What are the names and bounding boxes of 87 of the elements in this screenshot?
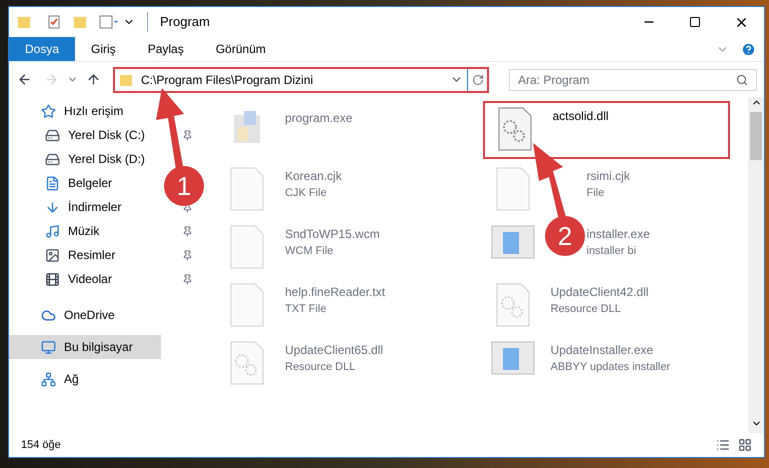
sidebar-label: Belgeler <box>68 175 112 192</box>
ribbon-tab[interactable]: Paylaş <box>132 37 200 61</box>
pin-icon[interactable] <box>182 250 193 260</box>
drive-icon <box>45 152 60 166</box>
picture-icon <box>45 248 60 262</box>
installer-icon <box>490 341 534 375</box>
sidebar-item[interactable]: Yerel Disk (D:) <box>9 147 161 171</box>
file-name: actsolid.dll <box>552 108 609 125</box>
sidebar-item[interactable]: Hızlı erişim <box>9 99 161 123</box>
scrollbar[interactable] <box>748 97 764 433</box>
file-name: Korean.cjk <box>285 168 342 185</box>
address-field[interactable]: C:\Program Files\Program Dizini <box>113 66 489 92</box>
sidebar-item[interactable]: Müzik <box>9 219 161 243</box>
sidebar-item[interactable]: OneDrive <box>9 303 161 327</box>
sidebar-item[interactable]: Yerel Disk (C:) <box>9 123 161 147</box>
sidebar-item[interactable]: Resimler <box>9 243 161 267</box>
sidebar-label: Yerel Disk (D:) <box>68 151 145 168</box>
gear-file-icon <box>498 107 532 151</box>
file-name: UpdateClient42.dll <box>550 284 649 301</box>
file-type: Resource DLL <box>550 302 622 317</box>
file-icon <box>496 167 530 211</box>
sidebar-item[interactable]: İndirmeler <box>9 195 161 219</box>
file-icon <box>230 283 264 327</box>
file-type: ABBYY updates installer <box>550 360 670 375</box>
sidebar-label: Bu bilgisayar <box>64 339 133 356</box>
file-type: CJK File <box>285 186 328 201</box>
gear-file-icon <box>496 283 530 327</box>
search-field[interactable]: Ara: Program <box>509 68 757 90</box>
download-icon <box>45 200 60 214</box>
drive-icon <box>45 128 60 142</box>
sidebar-label: Yerel Disk (C:) <box>68 127 145 144</box>
file-type: installer bi <box>586 244 638 259</box>
file-type: File <box>586 186 606 201</box>
ribbon-tab[interactable]: Giriş <box>75 37 132 61</box>
back-icon[interactable] <box>17 72 32 87</box>
address-path: C:\Program Files\Program Dizini <box>141 72 314 88</box>
gear-file-icon <box>230 341 264 385</box>
folder-icon <box>119 72 133 86</box>
refresh-icon[interactable] <box>472 74 484 86</box>
music-icon <box>45 224 60 238</box>
sidebar-item[interactable]: Belgeler <box>9 171 161 195</box>
pin-icon[interactable] <box>182 274 193 284</box>
monitor-icon <box>41 340 56 354</box>
ribbon-tab[interactable]: Dosya <box>9 37 76 61</box>
file-name: SndToWP15.wcm <box>285 226 380 243</box>
file-icon <box>230 167 264 211</box>
sidebar-item[interactable]: Videolar <box>9 267 161 291</box>
scrollbar-thumb[interactable] <box>750 112 762 160</box>
file-name: UpdateClient65.dll <box>285 342 384 359</box>
help-icon[interactable] <box>741 42 756 56</box>
film-icon <box>45 272 60 286</box>
sidebar-label: Hızlı erişim <box>64 103 124 120</box>
file-type: WCM File <box>285 244 334 259</box>
sidebar-label: Videolar <box>68 271 112 288</box>
folder-icon <box>17 15 31 29</box>
star-icon <box>41 104 56 118</box>
sidebar-label: İndirmeler <box>68 199 122 216</box>
sidebar-label: Müzik <box>68 223 100 240</box>
up-icon[interactable] <box>86 72 101 87</box>
file-name: installer.exe <box>586 226 650 243</box>
network-icon <box>41 372 56 386</box>
sidebar-item[interactable]: Ağ <box>9 367 161 391</box>
sidebar-item[interactable]: Bu bilgisayar <box>9 335 161 359</box>
file-name: rsimi.cjk <box>586 168 630 185</box>
sidebar-label: Resimler <box>68 247 116 264</box>
search-placeholder: Ara: Program <box>518 72 590 88</box>
file-name: program.exe <box>285 110 352 127</box>
file-type: Resource DLL <box>285 360 356 375</box>
tiles-view-icon[interactable] <box>738 438 752 452</box>
pin-icon[interactable] <box>182 226 193 236</box>
file-name: help.fineReader.txt <box>285 284 386 301</box>
file-name: UpdateInstaller.exe <box>550 342 654 359</box>
window-title: Program <box>147 12 210 32</box>
item-count: 154 öğe <box>21 438 61 453</box>
document-icon <box>45 176 60 190</box>
details-view-icon[interactable] <box>716 438 730 452</box>
pin-icon[interactable] <box>182 130 193 140</box>
ribbon-tab[interactable]: Görünüm <box>200 37 282 61</box>
search-icon[interactable] <box>736 74 748 86</box>
cloud-icon <box>41 308 56 322</box>
installer-icon <box>490 225 534 259</box>
file-icon <box>230 225 264 269</box>
sidebar-label: OneDrive <box>64 307 115 324</box>
sidebar-label: Ağ <box>64 371 79 388</box>
maximize-icon <box>689 16 701 28</box>
file-type: TXT File <box>285 302 328 317</box>
properties-icon[interactable] <box>47 15 61 29</box>
